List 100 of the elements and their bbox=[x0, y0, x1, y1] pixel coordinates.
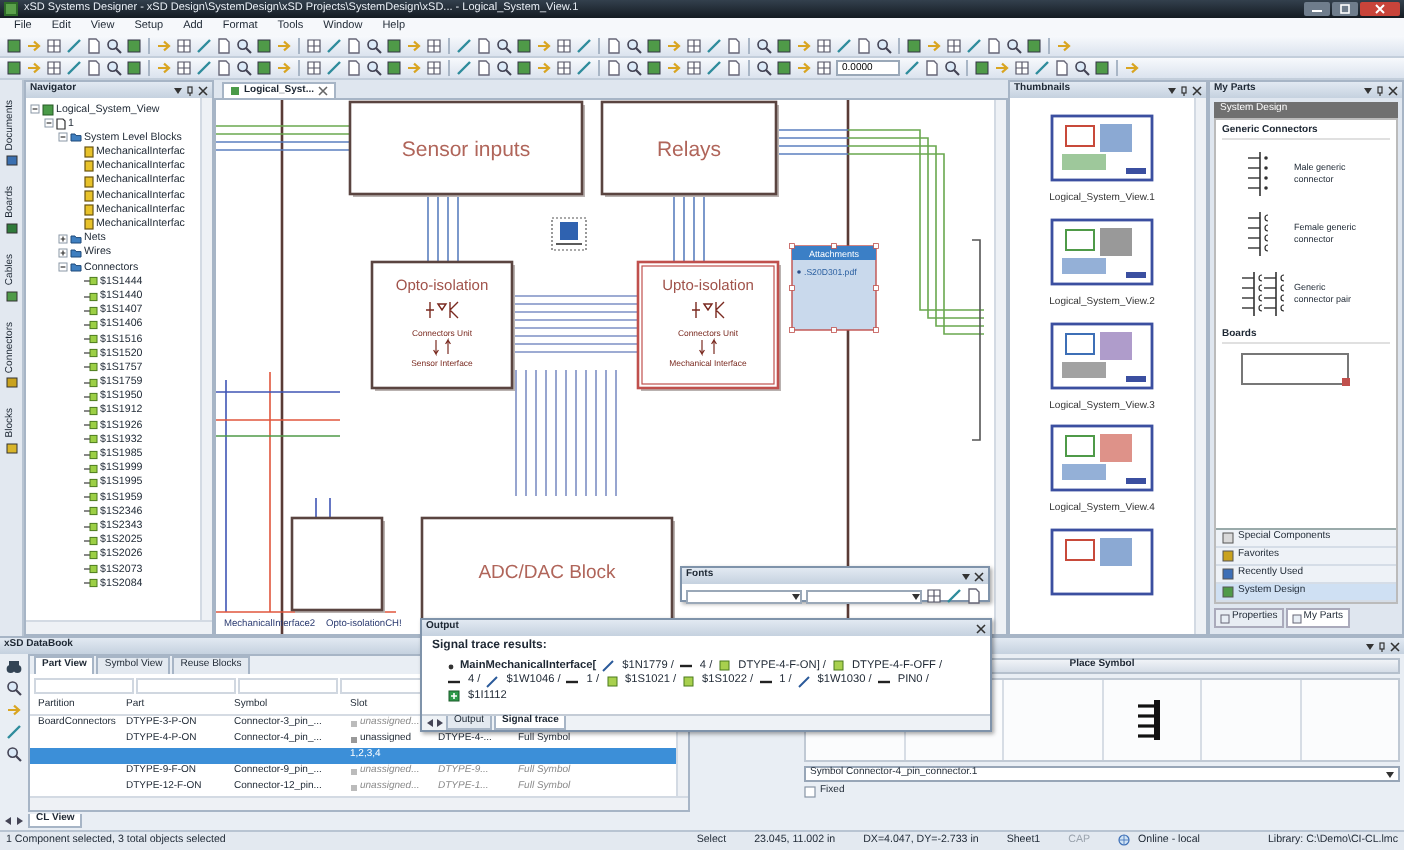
grid-icon[interactable] bbox=[46, 38, 62, 54]
thumbnail[interactable] bbox=[1050, 424, 1154, 493]
line-icon[interactable] bbox=[456, 38, 472, 54]
grid-icon[interactable] bbox=[816, 60, 832, 76]
grid-icon[interactable] bbox=[1014, 60, 1030, 76]
expander-icon[interactable] bbox=[58, 132, 68, 143]
expander-icon[interactable] bbox=[30, 104, 40, 115]
caret-icon[interactable] bbox=[1366, 643, 1374, 649]
zoom-icon[interactable] bbox=[6, 746, 22, 762]
scrollbar[interactable] bbox=[26, 620, 212, 634]
caret-icon[interactable] bbox=[1386, 771, 1394, 777]
grid-icon[interactable] bbox=[306, 60, 322, 76]
line-icon[interactable] bbox=[66, 38, 82, 54]
line-icon[interactable] bbox=[326, 38, 342, 54]
scroll-left-icon[interactable] bbox=[426, 718, 434, 728]
close-icon[interactable] bbox=[1390, 641, 1400, 651]
zoom-icon[interactable] bbox=[236, 38, 252, 54]
grid-icon[interactable] bbox=[946, 38, 962, 54]
zoom-icon[interactable] bbox=[6, 680, 22, 696]
grid-icon[interactable] bbox=[556, 38, 572, 54]
binoculars-icon[interactable] bbox=[6, 660, 22, 674]
square-icon[interactable] bbox=[906, 38, 922, 54]
zoom-icon[interactable] bbox=[236, 60, 252, 76]
grid-icon[interactable] bbox=[686, 60, 702, 76]
scrollbar[interactable] bbox=[1194, 98, 1206, 634]
grid-icon[interactable] bbox=[686, 38, 702, 54]
maximize-button[interactable] bbox=[1332, 2, 1358, 16]
line-icon[interactable] bbox=[904, 60, 920, 76]
caret-icon[interactable] bbox=[1364, 87, 1372, 93]
zoom-icon[interactable] bbox=[944, 60, 960, 76]
diagram-block[interactable] bbox=[636, 260, 781, 391]
filter-field[interactable] bbox=[34, 678, 134, 694]
attachment-note[interactable] bbox=[791, 245, 877, 331]
thumbnail[interactable] bbox=[1050, 114, 1154, 182]
zoom-icon[interactable] bbox=[876, 38, 892, 54]
close-icon[interactable] bbox=[1192, 85, 1202, 95]
caret-icon[interactable] bbox=[962, 573, 970, 579]
line-icon[interactable] bbox=[836, 38, 852, 54]
caret-icon[interactable] bbox=[792, 593, 800, 599]
scroll-left-icon[interactable] bbox=[4, 816, 12, 826]
expander-icon[interactable] bbox=[58, 262, 68, 273]
close-button[interactable] bbox=[1360, 2, 1400, 16]
page-icon[interactable] bbox=[966, 588, 982, 604]
line-icon[interactable] bbox=[946, 588, 962, 604]
resize-handle[interactable] bbox=[873, 327, 879, 333]
diagram-block[interactable] bbox=[290, 516, 385, 613]
connector-drawing[interactable] bbox=[1240, 267, 1288, 320]
component-icon[interactable] bbox=[551, 217, 587, 251]
grid-icon[interactable] bbox=[46, 60, 62, 76]
resize-handle[interactable] bbox=[873, 285, 879, 291]
grid-icon[interactable] bbox=[426, 60, 442, 76]
resize-handle[interactable] bbox=[873, 243, 879, 249]
line-icon[interactable] bbox=[966, 38, 982, 54]
square-icon[interactable] bbox=[776, 60, 792, 76]
minimize-button[interactable] bbox=[1304, 2, 1330, 16]
square-icon[interactable] bbox=[1094, 60, 1110, 76]
pin-icon[interactable] bbox=[1378, 641, 1386, 651]
resize-handle[interactable] bbox=[789, 327, 795, 333]
grid-icon[interactable] bbox=[176, 38, 192, 54]
diagram-block[interactable] bbox=[600, 100, 779, 197]
scrollbar[interactable] bbox=[994, 100, 1006, 634]
square-icon[interactable] bbox=[646, 60, 662, 76]
grid-icon[interactable] bbox=[176, 60, 192, 76]
filter-field[interactable] bbox=[136, 678, 236, 694]
line-icon[interactable] bbox=[66, 60, 82, 76]
grid-icon[interactable] bbox=[816, 38, 832, 54]
square-icon[interactable] bbox=[386, 60, 402, 76]
diagram-block[interactable] bbox=[348, 100, 585, 197]
square-icon[interactable] bbox=[126, 38, 142, 54]
diagram-block[interactable] bbox=[370, 260, 515, 391]
line-icon[interactable] bbox=[706, 38, 722, 54]
grid-icon[interactable] bbox=[556, 60, 572, 76]
zoom-icon[interactable] bbox=[366, 38, 382, 54]
filter-field[interactable] bbox=[238, 678, 338, 694]
grid-icon[interactable] bbox=[306, 38, 322, 54]
pin-icon[interactable] bbox=[1180, 85, 1188, 95]
caret-icon[interactable] bbox=[1168, 87, 1176, 93]
resize-handle[interactable] bbox=[831, 327, 837, 333]
square-icon[interactable] bbox=[256, 38, 272, 54]
zoom-icon[interactable] bbox=[496, 60, 512, 76]
square-icon[interactable] bbox=[776, 38, 792, 54]
square-icon[interactable] bbox=[6, 38, 22, 54]
square-icon[interactable] bbox=[646, 38, 662, 54]
expander-icon[interactable] bbox=[44, 118, 54, 129]
pin-icon[interactable] bbox=[1376, 85, 1384, 95]
board-drawing[interactable] bbox=[1240, 351, 1352, 387]
square-icon[interactable] bbox=[386, 38, 402, 54]
resize-handle[interactable] bbox=[789, 285, 795, 291]
square-icon[interactable] bbox=[974, 60, 990, 76]
zoom-icon[interactable] bbox=[756, 38, 772, 54]
square-icon[interactable] bbox=[126, 60, 142, 76]
line-icon[interactable] bbox=[576, 38, 592, 54]
expander-icon[interactable] bbox=[58, 233, 68, 244]
line-icon[interactable] bbox=[456, 60, 472, 76]
square-icon[interactable] bbox=[516, 38, 532, 54]
caret-icon[interactable] bbox=[174, 87, 182, 93]
close-icon[interactable] bbox=[976, 623, 986, 633]
close-icon[interactable] bbox=[974, 571, 984, 581]
scroll-right-icon[interactable] bbox=[16, 816, 24, 826]
close-icon[interactable] bbox=[1388, 85, 1398, 95]
